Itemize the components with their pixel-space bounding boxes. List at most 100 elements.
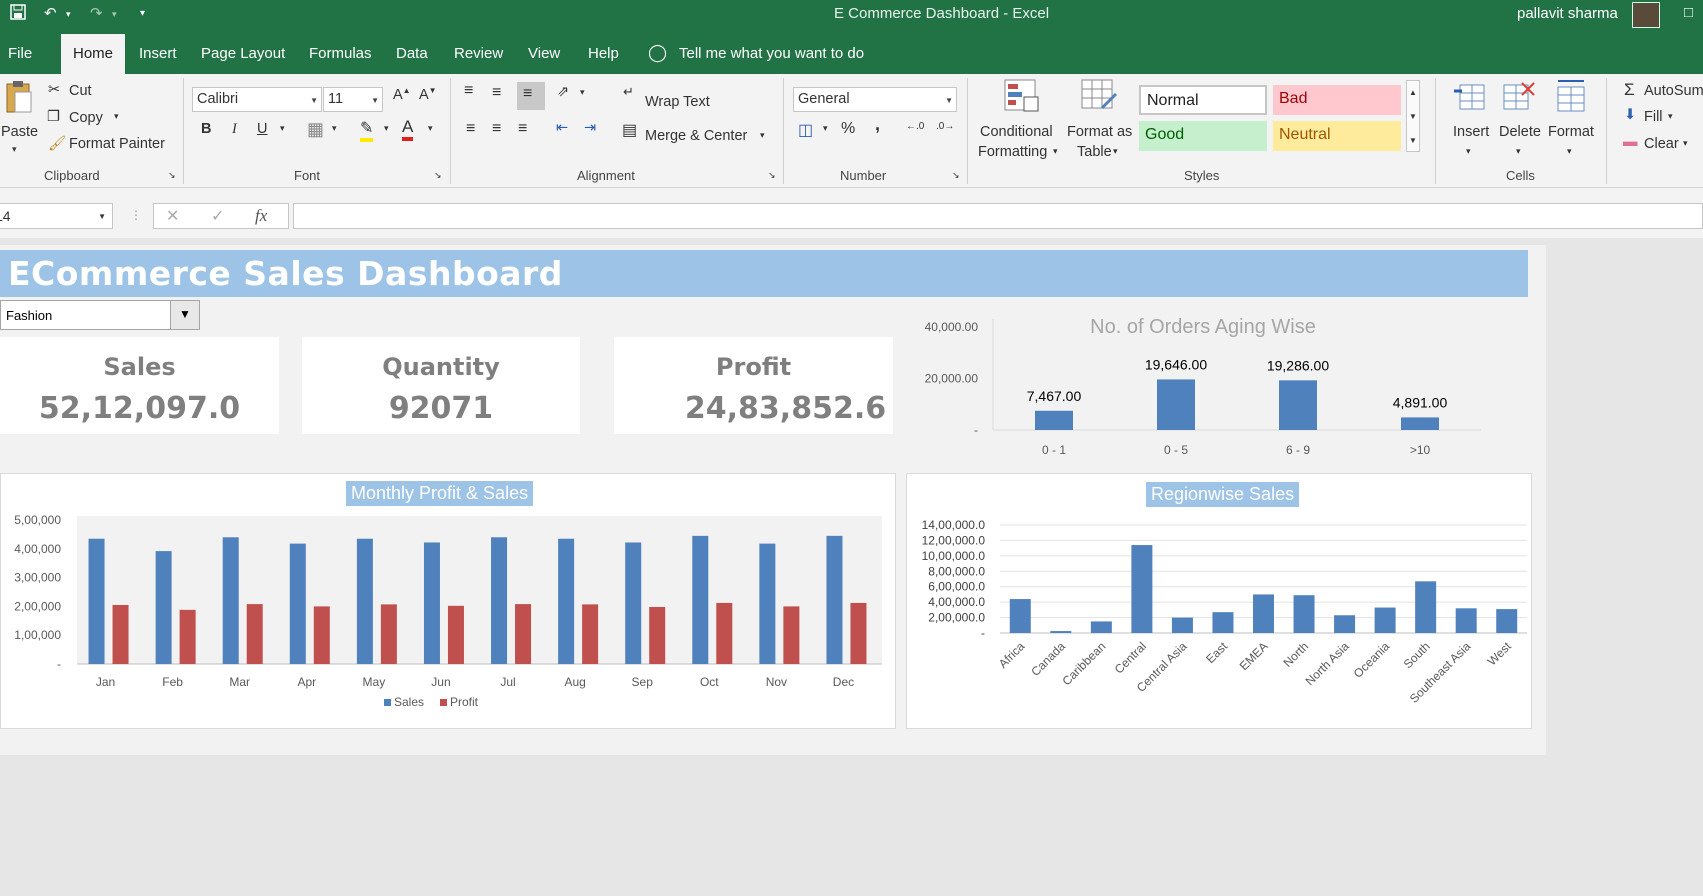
underline-dropdown-icon[interactable]: ▾ (280, 123, 285, 134)
font-name-select[interactable]: Calibri ▼ (192, 87, 322, 112)
delete-cells-button[interactable]: Delete (1499, 124, 1541, 140)
merge-dropdown-icon[interactable]: ▾ (760, 130, 765, 141)
merge-center-icon[interactable]: ▤ (622, 120, 637, 140)
style-neutral[interactable]: Neutral (1273, 121, 1401, 151)
number-format-select[interactable]: General ▼ (793, 87, 957, 112)
borders-dropdown-icon[interactable]: ▾ (332, 123, 337, 134)
styles-gallery-scroll[interactable]: ▲ ▼ ▼ (1406, 80, 1420, 152)
fill-icon[interactable]: ⬇ (1624, 107, 1636, 123)
accounting-format-icon[interactable]: ◫ (798, 120, 813, 140)
tab-insert[interactable]: Insert (139, 45, 177, 62)
increase-indent-icon[interactable]: ⇥ (584, 120, 596, 136)
tab-view[interactable]: View (528, 45, 560, 62)
format-cells-dropdown-icon[interactable]: ▾ (1567, 146, 1572, 157)
format-as-table-button[interactable]: Format as (1067, 124, 1132, 140)
format-cells-icon[interactable] (1554, 77, 1588, 118)
conditional-formatting-button[interactable]: Conditional (980, 124, 1053, 140)
orientation-icon[interactable]: ⇗ (557, 84, 569, 100)
font-size-select[interactable]: 11 ▼ (323, 87, 383, 112)
italic-button[interactable]: I (232, 121, 237, 138)
undo-dropdown-icon[interactable]: ▾ (66, 9, 71, 20)
number-launcher-icon[interactable]: ↘ (952, 170, 960, 181)
tab-home[interactable]: Home (61, 34, 125, 74)
delete-cells-icon[interactable] (1502, 79, 1536, 118)
enter-icon[interactable]: ✓ (211, 206, 224, 226)
formula-input[interactable] (293, 203, 1703, 229)
merge-center-button[interactable]: Merge & Center (645, 128, 747, 144)
tab-formulas[interactable]: Formulas (309, 45, 372, 62)
fill-dropdown-icon[interactable]: ▾ (1668, 111, 1673, 122)
comma-button[interactable]: , (875, 114, 880, 135)
tell-me-search[interactable]: Tell me what you want to do (679, 45, 864, 62)
filter-dropdown-icon[interactable]: ▼ (170, 301, 199, 329)
alignment-launcher-icon[interactable]: ↘ (768, 170, 776, 181)
wrap-text-button[interactable]: Wrap Text (645, 94, 710, 110)
clear-dropdown-icon[interactable]: ▾ (1683, 138, 1688, 149)
tab-review[interactable]: Review (454, 45, 503, 62)
save-icon[interactable] (10, 4, 26, 24)
bold-button[interactable]: B (201, 121, 211, 137)
paste-icon[interactable] (5, 80, 33, 114)
font-color-icon[interactable]: A (402, 117, 414, 141)
autosum-button[interactable]: AutoSum (1644, 83, 1703, 99)
paste-dropdown-icon[interactable]: ▾ (12, 144, 17, 155)
insert-cells-dropdown-icon[interactable]: ▾ (1466, 146, 1471, 157)
fill-color-dropdown-icon[interactable]: ▾ (384, 123, 389, 134)
clear-button[interactable]: Clear (1644, 136, 1679, 152)
customize-qat-icon[interactable]: ▾ (140, 8, 145, 19)
percent-button[interactable]: % (841, 120, 855, 138)
style-bad[interactable]: Bad (1273, 85, 1401, 115)
autosum-icon[interactable]: Σ (1624, 80, 1635, 100)
redo-icon[interactable]: ↷ (90, 4, 103, 22)
conditional-formatting-icon[interactable] (1004, 79, 1040, 113)
clipboard-launcher-icon[interactable]: ↘ (168, 170, 176, 181)
format-cells-button[interactable]: Format (1548, 124, 1594, 140)
fill-button[interactable]: Fill (1644, 109, 1663, 125)
cut-icon[interactable]: ✂ (48, 82, 60, 98)
align-left-icon[interactable]: ≡ (466, 120, 475, 138)
borders-icon[interactable]: ▦ (307, 119, 324, 140)
increase-font-icon[interactable]: A▲ (393, 86, 411, 103)
align-middle-icon[interactable]: ≡ (492, 84, 501, 102)
wrap-text-icon[interactable]: ↵ (623, 84, 634, 100)
format-painter-icon[interactable]: 🖌 (48, 135, 66, 152)
paste-button[interactable]: Paste (1, 124, 38, 140)
category-filter-dropdown[interactable]: Fashion ▼ (0, 300, 200, 330)
insert-cells-button[interactable]: Insert (1453, 124, 1489, 140)
style-normal[interactable]: Normal (1139, 85, 1267, 115)
region-chart-panel[interactable]: Regionwise Sales -2,00,000.0 4,00,000.0 6,… (906, 473, 1532, 729)
align-right-icon[interactable]: ≡ (518, 120, 527, 138)
copy-dropdown-icon[interactable]: ▾ (114, 111, 119, 122)
cancel-icon[interactable]: ✕ (166, 206, 179, 226)
format-as-table-dropdown-icon[interactable]: ▾ (1113, 146, 1118, 157)
name-box[interactable]: L4▼ (0, 203, 113, 229)
tab-data[interactable]: Data (396, 45, 428, 62)
copy-icon[interactable]: ❐ (47, 109, 60, 125)
redo-dropdown-icon[interactable]: ▾ (112, 9, 117, 20)
fill-color-icon[interactable]: ✎ (360, 118, 374, 142)
orientation-dropdown-icon[interactable]: ▾ (580, 87, 585, 98)
tab-file[interactable]: File (8, 45, 32, 62)
accounting-dropdown-icon[interactable]: ▾ (823, 123, 828, 134)
decrease-font-icon[interactable]: A▼ (419, 86, 437, 103)
format-as-table-icon[interactable] (1081, 79, 1119, 113)
avatar[interactable] (1632, 2, 1660, 28)
decrease-decimal-icon[interactable]: .0→ (936, 121, 954, 132)
font-launcher-icon[interactable]: ↘ (434, 170, 442, 181)
aging-chart[interactable]: No. of Orders Aging Wise - 20,000.00 40,000… (906, 303, 1506, 463)
monthly-chart-panel[interactable]: Monthly Profit & Sales -1,00,000 2,00,000… (0, 473, 896, 729)
font-color-dropdown-icon[interactable]: ▾ (428, 123, 433, 134)
underline-button[interactable]: U (257, 121, 267, 137)
format-painter-button[interactable]: Format Painter (69, 136, 165, 152)
undo-icon[interactable]: ↶ (44, 4, 57, 22)
eraser-icon[interactable]: ▬ (1623, 134, 1638, 150)
cut-button[interactable]: Cut (69, 83, 92, 99)
insert-cells-icon[interactable] (1452, 79, 1486, 118)
align-bottom-icon[interactable]: ≡ (517, 82, 545, 110)
copy-button[interactable]: Copy (69, 110, 103, 126)
user-name[interactable]: pallavit sharma (1517, 5, 1618, 22)
insert-function-icon[interactable]: fx (255, 206, 267, 226)
increase-decimal-icon[interactable]: ←.0 (906, 121, 924, 132)
decrease-indent-icon[interactable]: ⇤ (556, 120, 568, 136)
align-top-icon[interactable]: ≡ (464, 82, 473, 100)
